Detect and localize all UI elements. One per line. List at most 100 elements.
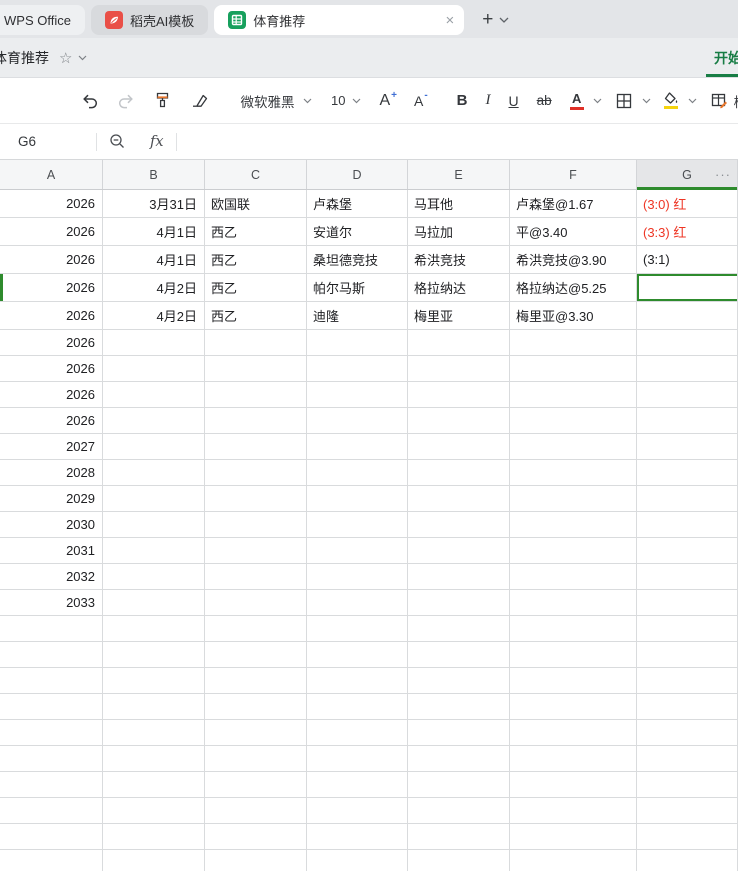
more-columns-icon[interactable]: ··· xyxy=(715,160,731,189)
cell-B4[interactable]: 4月1日 xyxy=(103,218,205,245)
borders-button[interactable] xyxy=(606,86,642,116)
cell-E12[interactable] xyxy=(408,434,510,459)
column-header-f[interactable]: F xyxy=(510,160,637,189)
cell-C21[interactable] xyxy=(205,668,307,693)
cell-A9[interactable]: 2026 xyxy=(0,356,103,381)
cell-E18[interactable] xyxy=(408,590,510,615)
cell-E11[interactable] xyxy=(408,408,510,433)
cell-C10[interactable] xyxy=(205,382,307,407)
cell-F21[interactable] xyxy=(510,668,637,693)
cell-E8[interactable] xyxy=(408,330,510,355)
cell-B18[interactable] xyxy=(103,590,205,615)
font-name-select[interactable]: 微软雅黑 xyxy=(230,86,322,116)
cell-G26[interactable] xyxy=(637,798,738,823)
fill-color-chevron-icon[interactable] xyxy=(688,98,697,104)
cell-G9[interactable] xyxy=(637,356,738,381)
fill-color-button[interactable] xyxy=(655,86,688,116)
cell-styles-button[interactable]: 样式 xyxy=(701,86,738,116)
cell-F22[interactable] xyxy=(510,694,637,719)
cell-F20[interactable] xyxy=(510,642,637,667)
cell-E4[interactable]: 马拉加 xyxy=(408,218,510,245)
cell-C11[interactable] xyxy=(205,408,307,433)
cell-E6[interactable]: 格拉纳达 xyxy=(408,274,510,301)
cell-D4[interactable]: 安道尔 xyxy=(307,218,408,245)
cell-A8[interactable]: 2026 xyxy=(0,330,103,355)
cell-F12[interactable] xyxy=(510,434,637,459)
cell-G16[interactable] xyxy=(637,538,738,563)
cell-A12[interactable]: 2027 xyxy=(0,434,103,459)
cell-G19[interactable] xyxy=(637,616,738,641)
cell-F9[interactable] xyxy=(510,356,637,381)
cell-A10[interactable]: 2026 xyxy=(0,382,103,407)
cell-D19[interactable] xyxy=(307,616,408,641)
cell-D17[interactable] xyxy=(307,564,408,589)
cell-D9[interactable] xyxy=(307,356,408,381)
cell-D10[interactable] xyxy=(307,382,408,407)
cell-E3[interactable]: 马耳他 xyxy=(408,190,510,217)
cell-A19[interactable] xyxy=(0,616,103,641)
cell-A21[interactable] xyxy=(0,668,103,693)
cell-B3[interactable]: 3月31日 xyxy=(103,190,205,217)
cell-G6[interactable] xyxy=(637,274,738,301)
font-color-button[interactable]: A xyxy=(561,86,593,116)
cell-F26[interactable] xyxy=(510,798,637,823)
cell-F27[interactable] xyxy=(510,824,637,849)
cell-A17[interactable]: 2032 xyxy=(0,564,103,589)
cell-C3[interactable]: 欧国联 xyxy=(205,190,307,217)
cell-E23[interactable] xyxy=(408,720,510,745)
cell-G28[interactable] xyxy=(637,850,738,871)
cell-G8[interactable] xyxy=(637,330,738,355)
italic-button[interactable]: I xyxy=(477,86,500,116)
formula-input[interactable] xyxy=(177,124,738,159)
cell-C22[interactable] xyxy=(205,694,307,719)
cell-A7[interactable]: 2026 xyxy=(0,302,103,329)
cell-E7[interactable]: 梅里亚 xyxy=(408,302,510,329)
cell-F10[interactable] xyxy=(510,382,637,407)
cell-B23[interactable] xyxy=(103,720,205,745)
cell-C23[interactable] xyxy=(205,720,307,745)
cell-F15[interactable] xyxy=(510,512,637,537)
cell-B15[interactable] xyxy=(103,512,205,537)
cell-E19[interactable] xyxy=(408,616,510,641)
cell-B19[interactable] xyxy=(103,616,205,641)
column-header-d[interactable]: D xyxy=(307,160,408,189)
eraser-button[interactable] xyxy=(181,86,218,116)
cell-C6[interactable]: 西乙 xyxy=(205,274,307,301)
cell-C4[interactable]: 西乙 xyxy=(205,218,307,245)
cell-F6[interactable]: 格拉纳达@5.25 xyxy=(510,274,637,301)
file-menu-chevron-icon[interactable] xyxy=(78,55,87,61)
cell-B20[interactable] xyxy=(103,642,205,667)
strikethrough-button[interactable]: ab xyxy=(528,86,561,116)
cell-E17[interactable] xyxy=(408,564,510,589)
cell-D27[interactable] xyxy=(307,824,408,849)
cell-G13[interactable] xyxy=(637,460,738,485)
cell-A26[interactable] xyxy=(0,798,103,823)
cell-E28[interactable] xyxy=(408,850,510,871)
increase-font-size-button[interactable]: A + xyxy=(370,86,405,116)
cell-G27[interactable] xyxy=(637,824,738,849)
cell-F25[interactable] xyxy=(510,772,637,797)
cell-F24[interactable] xyxy=(510,746,637,771)
cell-B17[interactable] xyxy=(103,564,205,589)
undo-button[interactable] xyxy=(72,86,108,116)
cell-G25[interactable] xyxy=(637,772,738,797)
cell-D26[interactable] xyxy=(307,798,408,823)
cell-G21[interactable] xyxy=(637,668,738,693)
cell-C14[interactable] xyxy=(205,486,307,511)
new-tab-button[interactable]: + xyxy=(482,9,493,31)
cell-B14[interactable] xyxy=(103,486,205,511)
zoom-magnifier-icon[interactable] xyxy=(97,133,138,150)
cell-G14[interactable] xyxy=(637,486,738,511)
tab-wps-office[interactable]: WPS Office xyxy=(0,5,85,35)
cell-B12[interactable] xyxy=(103,434,205,459)
ribbon-tab-home[interactable]: 开始 xyxy=(702,38,738,77)
cell-A22[interactable] xyxy=(0,694,103,719)
cell-A11[interactable]: 2026 xyxy=(0,408,103,433)
cell-D8[interactable] xyxy=(307,330,408,355)
redo-button[interactable] xyxy=(108,86,144,116)
cell-B7[interactable]: 4月2日 xyxy=(103,302,205,329)
cell-D16[interactable] xyxy=(307,538,408,563)
cell-E5[interactable]: 希洪竞技 xyxy=(408,246,510,273)
cell-C7[interactable]: 西乙 xyxy=(205,302,307,329)
cell-F13[interactable] xyxy=(510,460,637,485)
